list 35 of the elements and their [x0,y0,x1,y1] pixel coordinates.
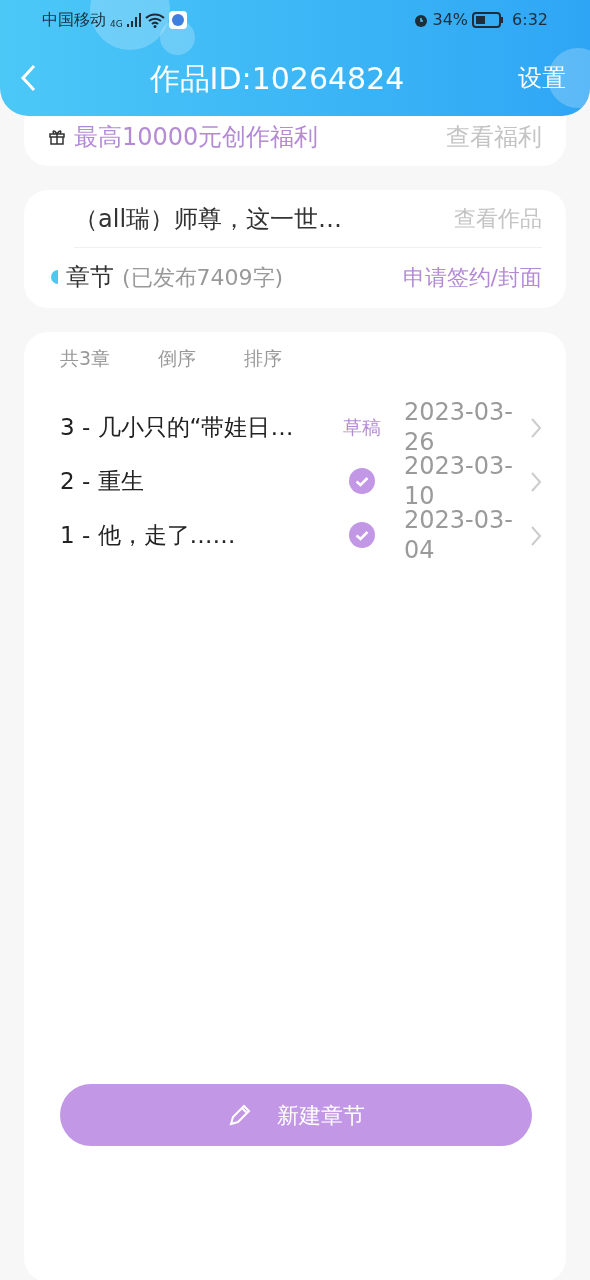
view-benefits-link[interactable]: 查看福利 [446,119,542,155]
settings-link[interactable]: 设置 [518,60,566,96]
clock-text: 6:32 [512,9,548,31]
chapter-title[interactable]: 1 - 他，走了…… [60,517,336,553]
section-label: 章节 [66,262,114,293]
reverse-order-button[interactable]: 倒序 [158,344,197,376]
app-icon [168,11,187,29]
check-icon [349,522,375,548]
chevron-icon [530,524,542,547]
word-count-text: (已发布7409字) [122,263,284,292]
alarm-icon [412,12,429,28]
view-work-link[interactable]: 查看作品 [454,202,542,235]
back-icon[interactable] [20,64,36,92]
wifi-icon [144,12,165,28]
check-icon [349,468,375,494]
sort-button[interactable]: 排序 [244,344,283,376]
chapter-title[interactable]: 2 - 重生 [60,463,336,499]
work-title: （all瑞）师尊，这一世… [74,203,343,235]
chapter-count: 共3章 [60,346,111,371]
section-marker-icon [48,270,58,284]
network-text: 4G [110,18,123,31]
battery-icon [472,12,505,28]
draft-label: 草稿 [343,414,381,440]
signal-icon [126,13,141,27]
chevron-icon [530,470,542,493]
benefit-text: 最高10000元创作福利 [74,122,319,153]
chevron-icon [530,416,542,439]
new-chapter-button[interactable]: 新建章节 [60,1084,532,1146]
gift-icon [48,128,66,146]
apply-link[interactable]: 申请签约/封面 [402,260,542,294]
battery-text: 34% [432,9,469,31]
carrier-text: 中国移动 [42,9,106,31]
page-title: 作品ID:10264824 [149,59,405,98]
chapter-title[interactable]: 3 - 几小只的“带娃日… [60,409,336,445]
pencil-icon [227,1102,253,1128]
